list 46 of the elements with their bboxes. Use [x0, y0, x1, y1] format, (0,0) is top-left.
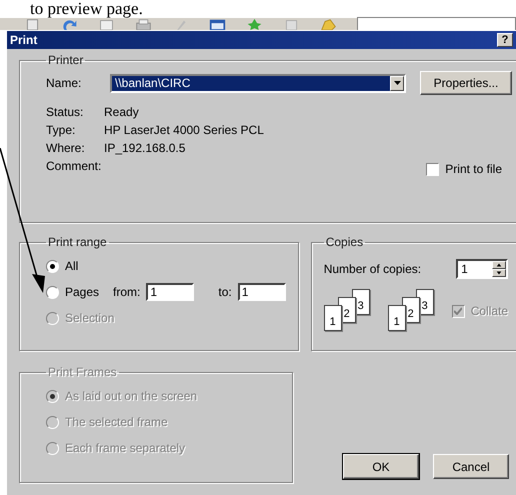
field-label: from: [113, 285, 140, 299]
checkbox[interactable] [426, 162, 440, 176]
group-title: Print Frames [47, 365, 118, 379]
radio-label: The selected frame [65, 415, 168, 429]
address-field[interactable] [357, 17, 516, 30]
field-label: Number of copies: [324, 262, 422, 276]
spin-up-icon[interactable] [492, 261, 506, 269]
radio-label: As laid out on the screen [65, 389, 198, 403]
field-label: Name: [46, 76, 82, 90]
field-label: Comment: [46, 159, 102, 173]
radio-label: Pages [65, 285, 100, 299]
window-title: Print [10, 33, 38, 47]
field-label: Type: [46, 123, 76, 137]
field-value: Ready [104, 105, 139, 119]
help-button[interactable]: ? [497, 33, 513, 47]
field-label: to: [218, 285, 232, 299]
field-value: IP_192.168.0.5 [104, 141, 186, 155]
collate-pages-drawing: 1 2 3 [388, 289, 440, 333]
printer-icon[interactable] [135, 18, 152, 30]
collate-pages-drawing: 1 2 3 [324, 289, 376, 333]
checkbox-label: Print to file [445, 162, 502, 176]
dropdown-arrow-icon [394, 81, 400, 85]
properties-button[interactable]: Properties... [420, 71, 512, 95]
group-title: Print range [47, 235, 108, 249]
ok-button[interactable]: OK [343, 454, 419, 479]
radio-label: Selection [65, 311, 114, 325]
cancel-button[interactable]: Cancel [433, 454, 509, 479]
field-value: HP LaserJet 4000 Series PCL [104, 123, 264, 137]
refresh-icon[interactable] [61, 18, 78, 30]
field-label: Where: [46, 141, 86, 155]
window-icon[interactable] [209, 18, 226, 30]
radio-button[interactable] [46, 260, 59, 272]
field-label: Status: [46, 105, 84, 119]
star-icon[interactable] [246, 18, 263, 30]
input-field[interactable]: 1 [146, 283, 194, 301]
radio-button[interactable] [46, 286, 59, 298]
checkbox-label: Collate [470, 304, 508, 318]
copies-spinner[interactable]: 1 [456, 259, 508, 279]
printer-dropdown[interactable]: \\banlan\CIRC [110, 74, 406, 92]
group-title: Copies [324, 235, 364, 249]
input-field[interactable]: 1 [238, 283, 286, 301]
document-text: to preview page. [29, 0, 143, 18]
radio-label: All [65, 259, 78, 273]
radio-label: Each frame separately [65, 441, 186, 455]
spin-down-icon[interactable] [492, 269, 506, 277]
group-title: Printer [47, 53, 84, 67]
